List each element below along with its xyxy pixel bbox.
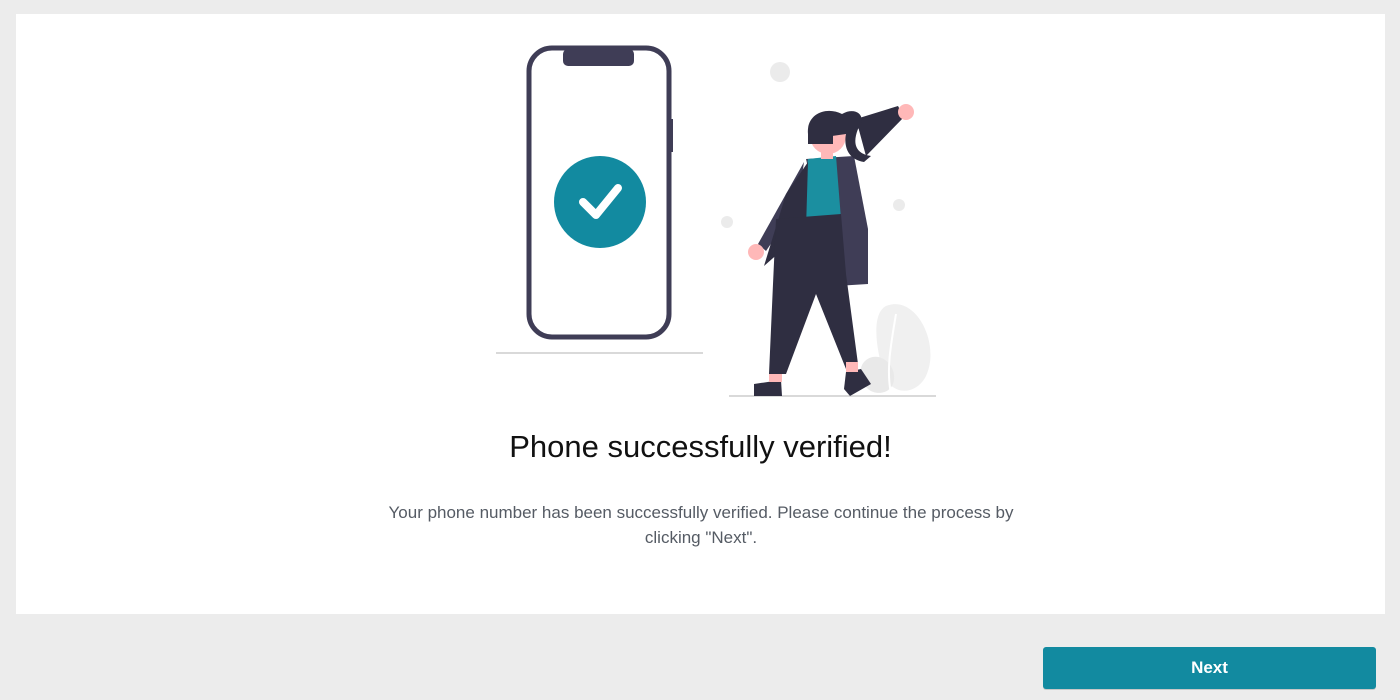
verification-card: Phone successfully verified! Your phone … [16, 14, 1385, 614]
page-title: Phone successfully verified! [509, 429, 892, 464]
leaf-icon [860, 304, 931, 395]
decorative-dot [893, 199, 905, 211]
next-button[interactable]: Next [1043, 647, 1376, 689]
success-illustration [496, 45, 936, 397]
decorative-dot [721, 216, 733, 228]
decorative-dot [770, 62, 790, 82]
check-icon [554, 156, 646, 248]
success-message: Your phone number has been successfully … [388, 503, 1014, 547]
